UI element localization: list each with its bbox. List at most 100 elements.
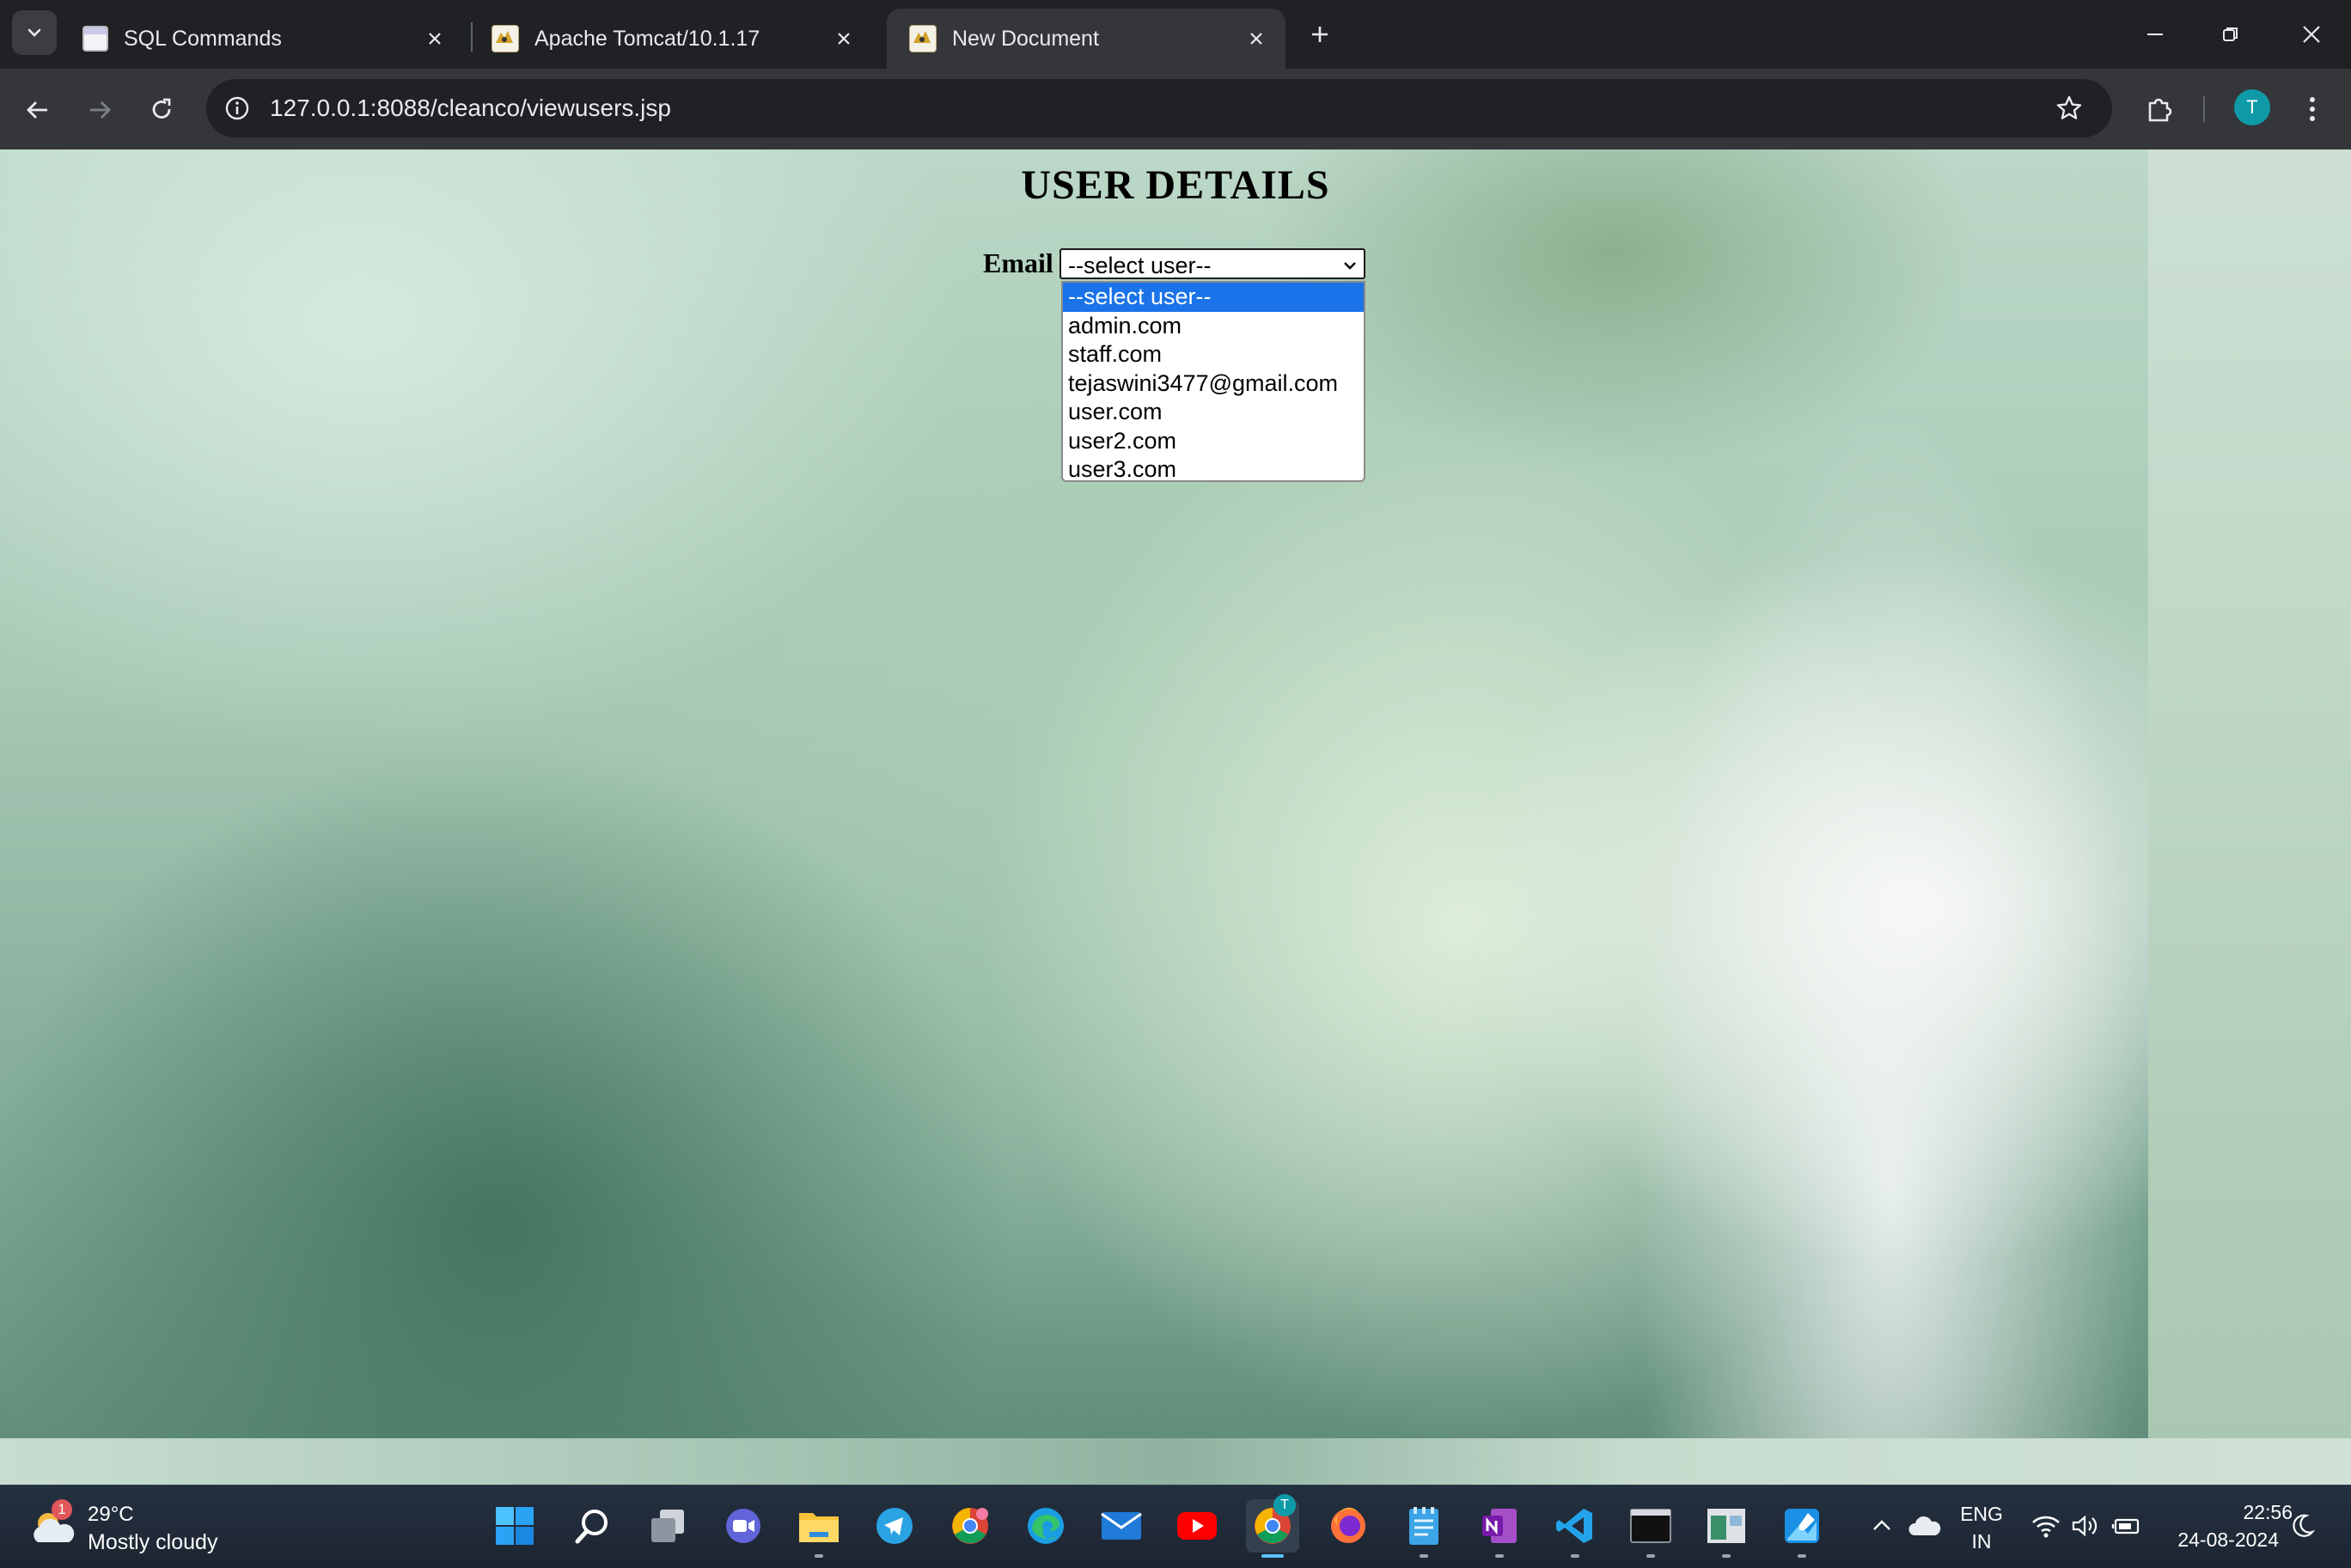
windows-taskbar: 1 29°C Mostly cloudy T ENG IN 22:56 24-0… xyxy=(0,1485,2351,1568)
chrome-k-icon[interactable] xyxy=(943,1499,997,1553)
window-favicon xyxy=(82,26,108,52)
tab-new-document[interactable]: New Document xyxy=(887,9,1285,69)
onedrive-icon[interactable] xyxy=(1899,1499,1951,1553)
profile-avatar[interactable]: T xyxy=(2234,89,2270,125)
weather-badge: 1 xyxy=(52,1499,72,1520)
close-icon xyxy=(429,33,441,45)
weather-widget[interactable]: 1 29°C Mostly cloudy xyxy=(29,1499,253,1554)
background-strip xyxy=(2148,149,2351,1438)
address-bar[interactable]: 127.0.0.1:8088/cleanco/viewusers.jsp xyxy=(206,79,2112,137)
running-indicator xyxy=(1420,1554,1428,1558)
close-window-button[interactable] xyxy=(2286,12,2337,57)
weather-condition: Mostly cloudy xyxy=(88,1530,218,1554)
running-indicator xyxy=(1646,1554,1655,1558)
tab-close-button[interactable] xyxy=(1239,21,1273,56)
running-indicator xyxy=(1495,1554,1504,1558)
photos-icon[interactable] xyxy=(1775,1499,1829,1558)
tab-search-button[interactable] xyxy=(12,10,57,55)
running-indicator xyxy=(1798,1554,1806,1558)
terminal-icon[interactable] xyxy=(1624,1499,1677,1558)
page-content: USER DETAILS Email --select user-- --sel… xyxy=(0,149,2351,1485)
site-info-icon[interactable] xyxy=(220,91,254,125)
forward-button[interactable] xyxy=(79,89,120,131)
tomcat-favicon xyxy=(492,25,519,52)
minimize-button[interactable] xyxy=(2129,12,2181,57)
restore-button[interactable] xyxy=(2205,12,2256,57)
selected-value: --select user-- xyxy=(1068,253,1212,278)
more-vert-icon xyxy=(2310,97,2315,121)
volume-icon[interactable] xyxy=(2062,1499,2109,1553)
notifications-icon[interactable] xyxy=(2277,1499,2329,1553)
background-strip xyxy=(0,1438,2351,1485)
email-label: Email xyxy=(983,247,1053,278)
toolbar-separator xyxy=(2203,96,2205,122)
onenote-icon[interactable] xyxy=(1473,1499,1526,1558)
chevron-up-icon xyxy=(1873,1520,1890,1530)
puzzle-icon xyxy=(2148,98,2172,122)
tab-title: New Document xyxy=(952,26,1099,51)
user-select-dropdown: --select user-- admin.com staff.com teja… xyxy=(1061,281,1365,482)
minimize-icon xyxy=(2147,34,2163,35)
arrow-right-icon xyxy=(90,101,111,119)
select-option[interactable]: user2.com xyxy=(1063,427,1364,456)
select-option[interactable]: user3.com xyxy=(1063,455,1364,480)
reload-icon xyxy=(152,98,171,119)
tab-apache-tomcat[interactable]: Apache Tomcat/10.1.17 xyxy=(469,9,873,69)
extensions-button[interactable] xyxy=(2138,88,2181,131)
clock-date[interactable]: 24-08-2024 xyxy=(2155,1528,2279,1552)
back-button[interactable] xyxy=(17,89,58,131)
teams-icon[interactable] xyxy=(717,1499,770,1553)
youtube-icon[interactable] xyxy=(1170,1499,1224,1553)
language-indicator-top[interactable]: ENG xyxy=(1956,1503,2007,1526)
tab-strip: SQL Commands Apache Tomcat/10.1.17 New D… xyxy=(0,0,2351,69)
vscode-icon[interactable] xyxy=(1548,1499,1602,1558)
battery-icon[interactable] xyxy=(2104,1499,2150,1553)
tab-title: SQL Commands xyxy=(124,26,282,51)
language-indicator-bottom[interactable]: IN xyxy=(1956,1530,2007,1553)
select-option[interactable]: staff.com xyxy=(1063,340,1364,369)
edge-icon[interactable] xyxy=(1019,1499,1072,1553)
url-text[interactable]: 127.0.0.1:8088/cleanco/viewusers.jsp xyxy=(270,95,671,122)
close-icon xyxy=(838,33,850,45)
chrome-icon[interactable]: T xyxy=(1246,1494,1299,1558)
select-option[interactable]: tejaswini3477@gmail.com xyxy=(1063,369,1364,399)
mail-icon[interactable] xyxy=(1095,1499,1148,1553)
chrome-profile-badge: T xyxy=(1273,1494,1296,1516)
running-indicator xyxy=(1571,1554,1579,1558)
select-option[interactable]: user.com xyxy=(1063,398,1364,427)
task-view-icon[interactable] xyxy=(641,1499,694,1553)
arrow-left-icon xyxy=(27,101,47,119)
telegram-icon[interactable] xyxy=(868,1499,921,1553)
plus-icon xyxy=(1312,27,1328,42)
bookmark-star-icon[interactable] xyxy=(2052,91,2086,125)
tab-title: Apache Tomcat/10.1.17 xyxy=(534,26,760,51)
new-tab-button[interactable] xyxy=(1301,15,1339,53)
chevron-down-icon xyxy=(1344,262,1356,270)
tab-close-button[interactable] xyxy=(418,21,452,56)
select-option[interactable]: admin.com xyxy=(1063,312,1364,341)
file-explorer-icon[interactable] xyxy=(792,1499,846,1558)
close-icon xyxy=(1250,33,1262,45)
app-icon[interactable] xyxy=(1700,1499,1753,1558)
search-icon[interactable] xyxy=(565,1499,619,1553)
user-select[interactable]: --select user-- xyxy=(1059,248,1365,279)
tab-close-button[interactable] xyxy=(827,21,861,56)
clock-time[interactable]: 22:56 xyxy=(2155,1501,2293,1524)
running-indicator xyxy=(1722,1554,1731,1558)
close-icon xyxy=(2303,26,2320,43)
chrome-menu-button[interactable] xyxy=(2291,88,2334,131)
active-indicator xyxy=(1261,1554,1284,1558)
windows-start-icon[interactable] xyxy=(488,1499,541,1553)
running-indicator xyxy=(815,1554,823,1558)
restore-icon xyxy=(2223,27,2238,41)
firefox-icon[interactable] xyxy=(1322,1499,1375,1553)
notepad-icon[interactable] xyxy=(1397,1499,1450,1558)
page-title: USER DETAILS xyxy=(1021,162,1330,208)
chevron-down-icon xyxy=(27,28,41,37)
select-option[interactable]: --select user-- xyxy=(1063,283,1364,312)
reload-button[interactable] xyxy=(141,89,182,131)
tab-sql-commands[interactable]: SQL Commands xyxy=(60,9,464,69)
tomcat-favicon xyxy=(909,25,937,52)
weather-temp: 29°C xyxy=(88,1503,134,1526)
browser-toolbar: 127.0.0.1:8088/cleanco/viewusers.jsp xyxy=(0,69,2351,149)
